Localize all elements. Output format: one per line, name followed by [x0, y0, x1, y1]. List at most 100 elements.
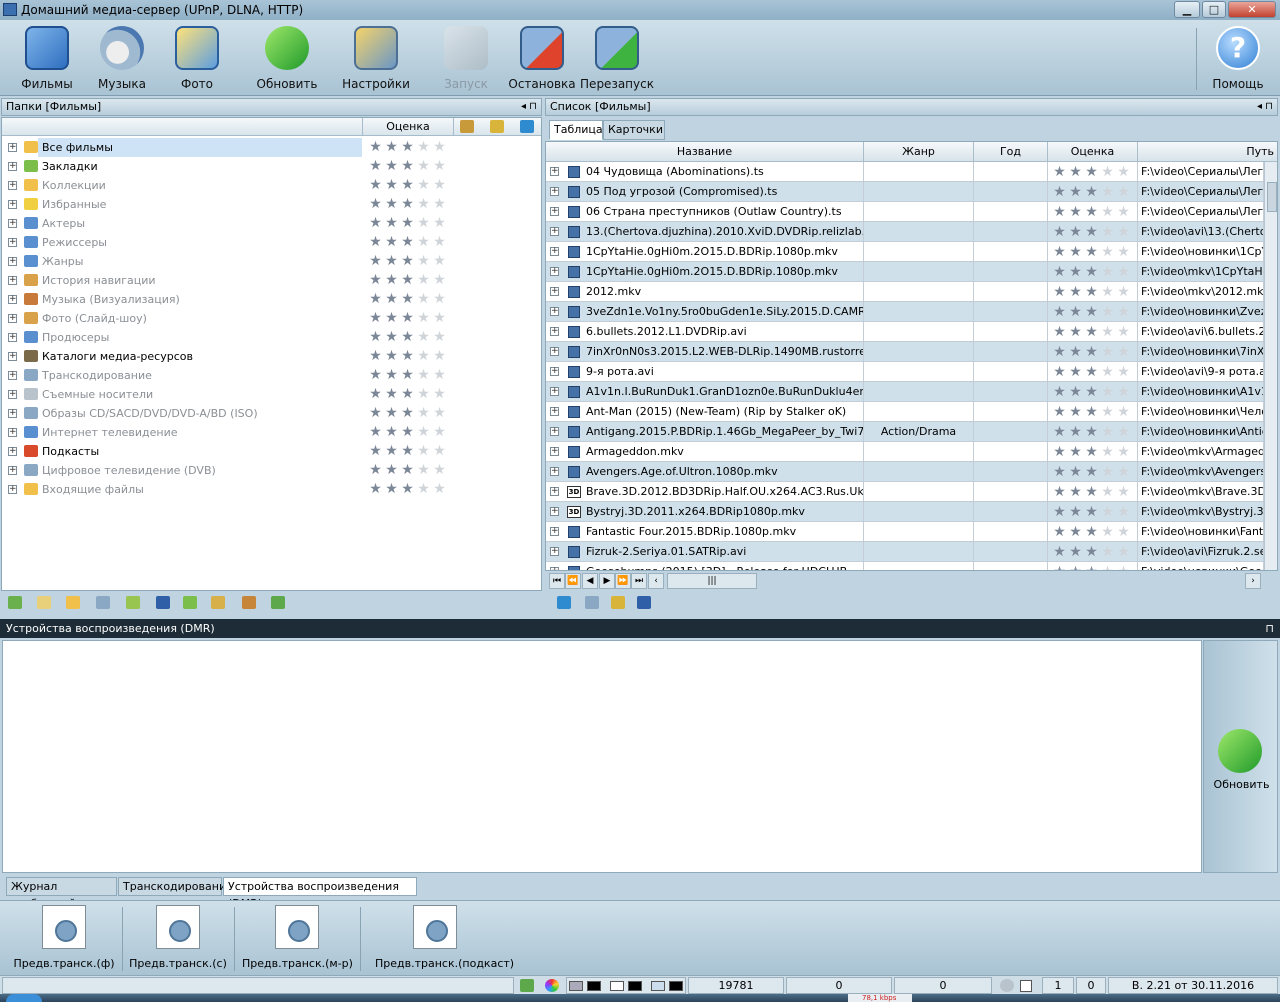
star-icon[interactable]: ★	[368, 387, 383, 401]
help-button[interactable]: ? Помощь	[1200, 26, 1276, 94]
nav-button[interactable]: ⏭	[631, 573, 647, 589]
table-row[interactable]: Fantastic Four.2015.BDRip.1080p.mkv + ★ ★ ★ ★…	[546, 522, 1276, 542]
star-icon[interactable]: ★	[368, 273, 383, 287]
star-icon[interactable]: ★	[1084, 545, 1099, 559]
star-icon[interactable]: ★	[416, 368, 431, 382]
star-icon[interactable]: ★	[384, 444, 399, 458]
table-row[interactable]: 04 Чудовища (Abominations).ts + ★ ★ ★ ★ ★ F:\vi…	[546, 162, 1276, 182]
network-icon[interactable]	[520, 979, 534, 992]
recycle-icon[interactable]	[271, 596, 285, 609]
expand-icon[interactable]: +	[550, 167, 559, 176]
star-icon[interactable]: ★	[416, 178, 431, 192]
star-icon[interactable]: ★	[1084, 305, 1099, 319]
column-name[interactable]: Название	[546, 142, 864, 162]
star-icon[interactable]: ★	[368, 254, 383, 268]
pin-icon[interactable]: ⊓	[1265, 619, 1274, 638]
star-icon[interactable]: ★	[1084, 465, 1099, 479]
nav-button[interactable]: ▶	[599, 573, 615, 589]
star-icon[interactable]: ★	[1116, 225, 1131, 239]
expand-icon[interactable]: +	[8, 409, 17, 418]
star-icon[interactable]: ★	[384, 178, 399, 192]
star-icon[interactable]: ★	[432, 254, 447, 268]
star-icon[interactable]: ★	[1052, 385, 1067, 399]
star-icon[interactable]: ★	[1116, 485, 1131, 499]
tree-item[interactable]: + Транскодирование ★ ★ ★ ★ ★	[2, 366, 541, 385]
star-icon[interactable]: ★	[1100, 425, 1115, 439]
star-icon[interactable]: ★	[416, 140, 431, 154]
column-rating[interactable]: Оценка	[1048, 142, 1138, 162]
star-icon[interactable]: ★	[1052, 405, 1067, 419]
star-icon[interactable]: ★	[1084, 485, 1099, 499]
star-icon[interactable]: ★	[1100, 245, 1115, 259]
folder-add-icon[interactable]	[37, 596, 51, 609]
star-icon[interactable]: ★	[1116, 565, 1131, 570]
star-icon[interactable]: ★	[1068, 225, 1083, 239]
dmr-device-list[interactable]	[2, 640, 1202, 873]
star-icon[interactable]: ★	[384, 406, 399, 420]
star-icon[interactable]: ★	[432, 178, 447, 192]
preview-transcode-series-button[interactable]: Предв.транск.(с)	[123, 905, 233, 970]
tab-cards[interactable]: Карточки	[603, 120, 665, 140]
star-icon[interactable]: ★	[1052, 185, 1067, 199]
tab-transcoding[interactable]: Транскодирование	[118, 877, 233, 896]
star-icon[interactable]: ★	[1052, 345, 1067, 359]
star-icon[interactable]: ★	[1052, 425, 1067, 439]
tree-item[interactable]: + Закладки ★ ★ ★ ★ ★	[2, 157, 541, 176]
tree-item[interactable]: + Музыка (Визуализация) ★ ★ ★ ★ ★	[2, 290, 541, 309]
checkbox[interactable]	[1020, 980, 1032, 992]
star-icon[interactable]: ★	[384, 292, 399, 306]
folder-refresh-icon[interactable]	[183, 596, 197, 609]
star-icon[interactable]: ★	[1116, 525, 1131, 539]
star-icon[interactable]: ★	[1100, 365, 1115, 379]
expand-icon[interactable]: +	[8, 276, 17, 285]
expand-icon[interactable]: +	[8, 371, 17, 380]
rating-column-header[interactable]: Оценка	[362, 118, 454, 136]
tree-item[interactable]: + Актеры ★ ★ ★ ★ ★	[2, 214, 541, 233]
star-icon[interactable]: ★	[432, 216, 447, 230]
star-icon[interactable]: ★	[1068, 385, 1083, 399]
star-icon[interactable]: ★	[1116, 365, 1131, 379]
star-icon[interactable]: ★	[1052, 225, 1067, 239]
star-icon[interactable]: ★	[1052, 245, 1067, 259]
star-icon[interactable]: ★	[400, 406, 415, 420]
star-icon[interactable]: ★	[1100, 485, 1115, 499]
maximize-button[interactable]: □	[1202, 1, 1226, 18]
key-icon[interactable]	[490, 120, 504, 133]
star-icon[interactable]: ★	[416, 425, 431, 439]
star-icon[interactable]: ★	[400, 463, 415, 477]
star-icon[interactable]: ★	[400, 178, 415, 192]
expand-icon[interactable]: +	[550, 307, 559, 316]
star-icon[interactable]: ★	[368, 349, 383, 363]
star-icon[interactable]: ★	[400, 216, 415, 230]
star-icon[interactable]: ★	[1084, 385, 1099, 399]
star-icon[interactable]: ★	[1116, 385, 1131, 399]
star-icon[interactable]: ★	[1100, 385, 1115, 399]
star-icon[interactable]: ★	[1084, 505, 1099, 519]
close-button[interactable]: ✕	[1228, 1, 1276, 18]
tree-item[interactable]: + Коллекции ★ ★ ★ ★ ★	[2, 176, 541, 195]
star-icon[interactable]: ★	[1116, 445, 1131, 459]
expand-icon[interactable]: +	[8, 447, 17, 456]
star-icon[interactable]: ★	[384, 349, 399, 363]
expand-icon[interactable]: +	[8, 200, 17, 209]
tree-item[interactable]: + Образы CD/SACD/DVD/DVD-A/BD (ISO) ★ ★ ★ ★ ★	[2, 404, 541, 423]
star-icon[interactable]: ★	[384, 140, 399, 154]
tree-item[interactable]: + Цифровое телевидение (DVB) ★ ★ ★ ★ ★	[2, 461, 541, 480]
star-icon[interactable]: ★	[416, 311, 431, 325]
star-icon[interactable]: ★	[1052, 565, 1067, 570]
star-icon[interactable]: ★	[432, 330, 447, 344]
expand-icon[interactable]: +	[550, 507, 559, 516]
settings-button[interactable]: Настройки	[338, 26, 414, 94]
expand-icon[interactable]: +	[550, 327, 559, 336]
nav-button[interactable]: ⏮	[549, 573, 565, 589]
sort-icon[interactable]	[520, 120, 534, 133]
star-icon[interactable]: ★	[1084, 205, 1099, 219]
star-icon[interactable]: ★	[1084, 265, 1099, 279]
star-icon[interactable]: ★	[1100, 525, 1115, 539]
star-icon[interactable]: ★	[400, 254, 415, 268]
star-icon[interactable]: ★	[1068, 485, 1083, 499]
pin-icon[interactable]: ◂ ⊓	[1257, 99, 1273, 115]
star-icon[interactable]: ★	[432, 482, 447, 496]
star-icon[interactable]: ★	[1084, 325, 1099, 339]
expand-icon[interactable]: +	[550, 387, 559, 396]
